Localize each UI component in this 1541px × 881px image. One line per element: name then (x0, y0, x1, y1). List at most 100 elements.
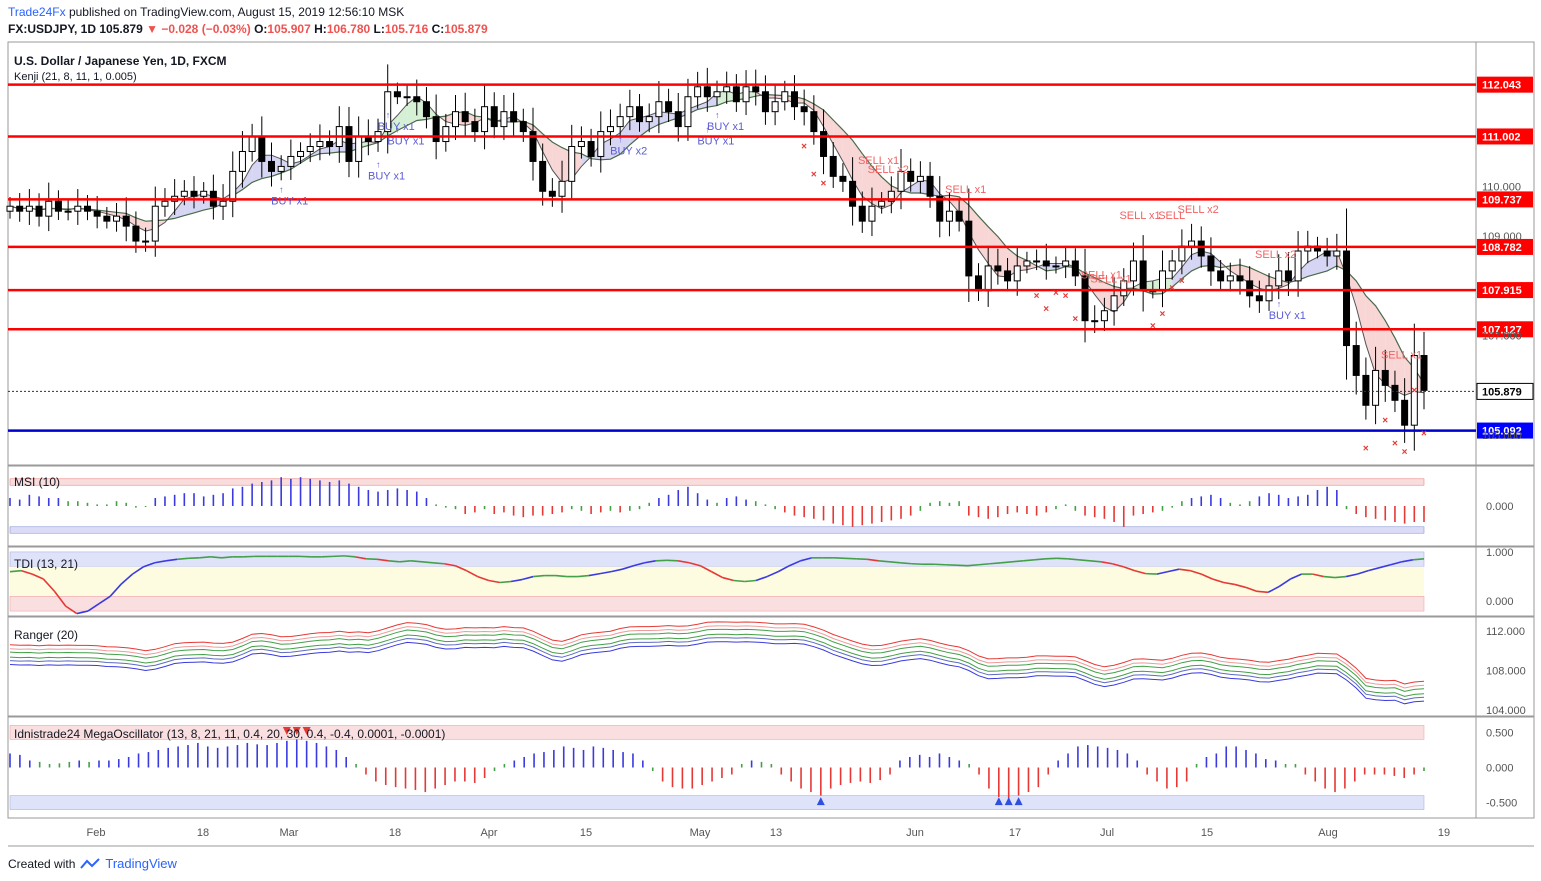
chart-canvas[interactable]: 112.043111.002109.737108.782107.915107.1… (0, 0, 1541, 881)
time-axis-tick: Jul (1100, 827, 1114, 839)
candle-body (1071, 260, 1079, 277)
msi-bar (648, 502, 651, 506)
msi-bar (522, 506, 525, 518)
candle-body (442, 126, 450, 143)
time-axis-tick: Apr (480, 827, 497, 839)
msi-bar (9, 498, 11, 506)
candle-body (1343, 250, 1351, 347)
price-axis-tick: 105.000 (1482, 430, 1522, 442)
msi-bar (386, 490, 389, 506)
time-axis[interactable]: Feb 18 Mar 18 Apr 15 May 13 Jun 17 Jul 15 Aug 19 (87, 827, 1451, 839)
stop-cross-icon: × (1160, 309, 1166, 320)
mega-bar (345, 756, 347, 768)
mega-bar (1324, 767, 1326, 789)
msi-bar (832, 506, 835, 524)
stop-cross-icon: × (1063, 291, 1069, 302)
msi-bar (18, 499, 21, 506)
msi-bar (1142, 506, 1144, 514)
tdi-line-segment (1323, 575, 1335, 579)
msi-bar (541, 506, 544, 516)
candle-body (93, 210, 101, 217)
mega-bar (1027, 767, 1030, 793)
candle-body (984, 265, 992, 292)
msi-bar (764, 504, 767, 506)
tdi-lower-band (9, 596, 1425, 612)
stop-cross-icon: × (1072, 314, 1078, 325)
msi-bar (1403, 506, 1406, 524)
msi-bar (328, 482, 331, 506)
time-axis-tick: 18 (389, 827, 401, 839)
msi-bar (890, 506, 893, 521)
msi-bar (1190, 498, 1193, 506)
msi-bar (1064, 504, 1067, 506)
ranger-pane[interactable]: 112.000 108.000 104.000 (9, 621, 1526, 717)
tdi-line-segment (1034, 558, 1046, 561)
mega-bar (68, 761, 71, 768)
msi-bar (677, 490, 680, 506)
mega-bar (1116, 749, 1119, 768)
candle-body (568, 146, 576, 182)
price-level-tag-label: 108.782 (1482, 242, 1522, 254)
time-axis-tick: 17 (1009, 827, 1021, 839)
candle-body (1188, 240, 1196, 247)
mega-bar (553, 749, 555, 768)
msi-bar (135, 506, 137, 508)
tradingview-brand[interactable]: TradingView (105, 856, 177, 871)
mega-bar (642, 760, 644, 768)
msi-bar (1268, 493, 1270, 506)
mega-bar (899, 760, 901, 768)
mega-bar (829, 767, 832, 789)
msi-bar (338, 480, 341, 506)
candle-body (422, 101, 430, 118)
msi-bar (396, 488, 399, 506)
tdi-line-segment (967, 563, 979, 567)
mega-bar (108, 760, 110, 768)
msi-pane[interactable]: 0.000 (9, 477, 1514, 534)
mega-bar (988, 767, 990, 789)
mega-bar (493, 767, 496, 772)
mega-axis-tick: 0.000 (1486, 763, 1514, 775)
mega-bar (968, 763, 970, 768)
msi-bar (464, 506, 466, 514)
mega-bar (444, 767, 446, 786)
msi-bar (1113, 506, 1115, 522)
candle-body (965, 220, 973, 277)
mega-bar (325, 746, 328, 768)
ranger-band-line (9, 625, 1425, 689)
msi-bar (919, 506, 922, 511)
mega-bar (849, 767, 852, 783)
tdi-pane[interactable]: 1.000 0.000 (9, 547, 1514, 615)
candle-body (1004, 270, 1012, 282)
msi-bar (125, 502, 128, 506)
msi-bar (599, 506, 602, 513)
candle-body (684, 96, 692, 128)
candle-body (781, 91, 789, 103)
mega-bar (543, 752, 545, 768)
tdi-line-segment (210, 556, 222, 559)
time-axis-tick: Aug (1318, 827, 1338, 839)
mega-bar (513, 760, 516, 768)
candle-body (645, 116, 653, 123)
candle-body (248, 136, 256, 152)
mega-bar (414, 767, 417, 790)
candle-body (1236, 275, 1244, 282)
candle-body (151, 205, 159, 242)
mega-bar (503, 763, 506, 768)
candle-body (771, 101, 779, 113)
candle-body (355, 136, 363, 162)
candle-body (626, 106, 634, 118)
candle-body (142, 240, 150, 243)
stop-cross-icon: × (1392, 438, 1398, 449)
msi-bar (1365, 506, 1367, 518)
msi-bar (900, 506, 902, 519)
mega-bar (286, 740, 288, 768)
candle-body (500, 111, 508, 128)
tdi-mid-band (10, 566, 1424, 597)
price-pane[interactable]: 112.043111.002109.737108.782107.915107.1… (6, 64, 1534, 458)
mega-bar (632, 753, 634, 768)
mega-bar (869, 767, 872, 783)
msi-bar (1161, 506, 1164, 511)
candle-body (1023, 260, 1031, 267)
mega-bar (1175, 767, 1178, 788)
tdi-axis-tick: 1.000 (1486, 547, 1514, 559)
